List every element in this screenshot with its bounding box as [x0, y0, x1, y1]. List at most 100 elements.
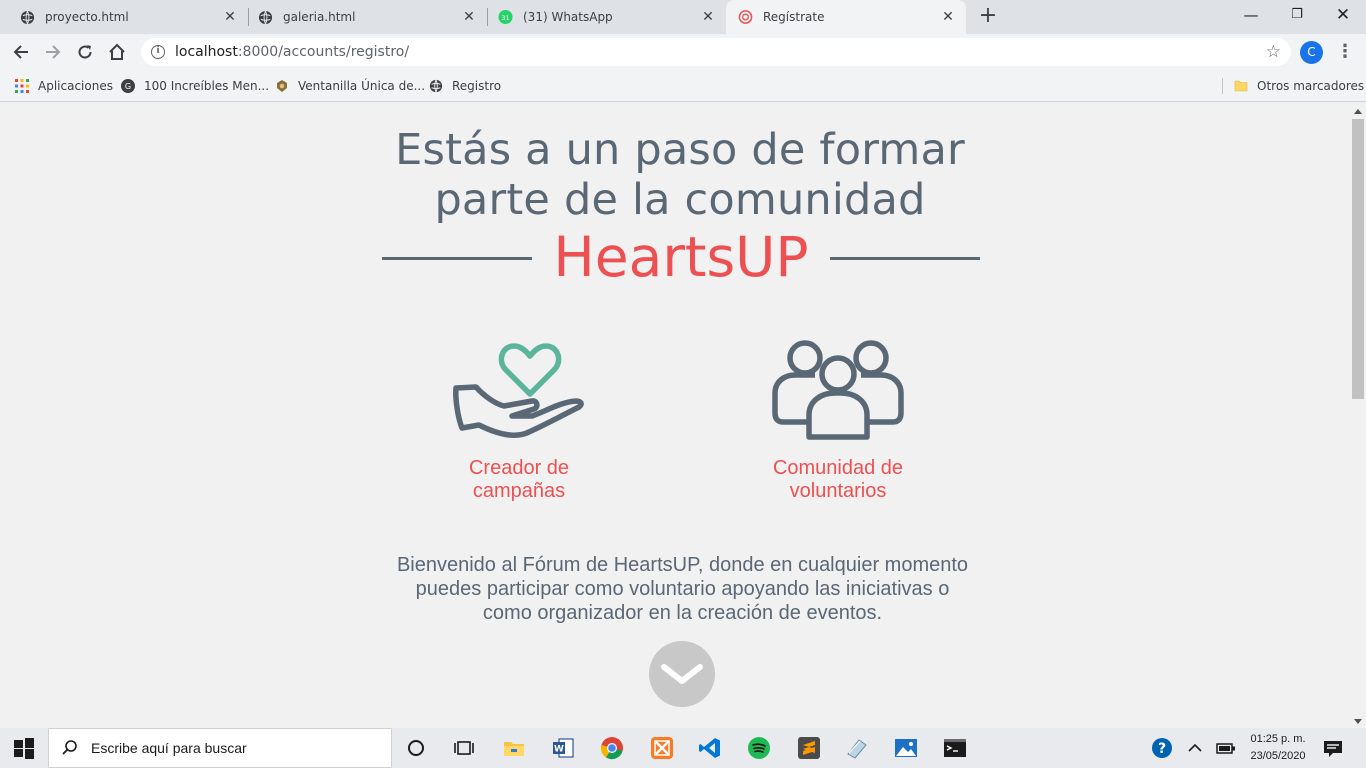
svg-text:31: 31	[501, 14, 509, 22]
tab-title: (31) WhatsApp	[523, 10, 613, 24]
word-icon[interactable]: W	[551, 736, 575, 760]
svg-text:?: ?	[1158, 741, 1166, 757]
scrollbar-thumb[interactable]	[1352, 119, 1364, 399]
scroll-down-arrow[interactable]	[1354, 719, 1362, 724]
brand-title: HeartsUP	[553, 225, 809, 289]
headline-line: Estás a un paso de formar	[395, 125, 965, 175]
card-label: Creador de campañas	[468, 457, 570, 502]
page-content: Estás a un paso de formar parte de la co…	[0, 103, 1350, 728]
tab-strip: proyecto.html ✕ galeria.html ✕ 31 (31) W…	[0, 0, 1366, 34]
terminal-icon[interactable]	[943, 736, 967, 760]
card-creador-campanas[interactable]: Creador de campañas	[409, 339, 629, 503]
headline-line: parte de la comunidad	[434, 175, 926, 225]
bookmarks-divider	[1222, 78, 1223, 94]
photos-icon[interactable]	[894, 736, 918, 760]
restore-button[interactable]: ❐	[1274, 0, 1320, 30]
brand-right-rule	[830, 257, 980, 260]
file-explorer-icon[interactable]	[502, 736, 526, 760]
tab-title: galeria.html	[283, 10, 356, 24]
welcome-text: Bienvenido al Fórum de HeartsUP, donde e…	[396, 554, 969, 624]
chrome-icon[interactable]	[600, 736, 624, 760]
xampp-icon[interactable]	[650, 736, 674, 760]
page-scrollbar[interactable]	[1350, 103, 1366, 728]
close-window-button[interactable]: ✕	[1320, 0, 1366, 30]
spotify-icon[interactable]	[747, 736, 771, 760]
address-bar[interactable]: i localhost:8000/accounts/registro/ ☆	[141, 38, 1291, 66]
sublime-text-icon[interactable]	[797, 736, 821, 760]
home-button[interactable]	[105, 40, 129, 64]
battery-icon[interactable]	[1214, 736, 1238, 760]
clock-time: 01:25 p. m.	[1250, 733, 1306, 745]
tab-close-icon[interactable]: ✕	[222, 9, 238, 25]
tab-title: proyecto.html	[45, 10, 129, 24]
cortana-icon[interactable]	[404, 736, 428, 760]
globe-icon	[258, 10, 273, 25]
bookmark-star-icon[interactable]: ☆	[1266, 42, 1281, 62]
brand-row: HeartsUP	[382, 227, 980, 287]
arrow-right-icon	[46, 45, 61, 59]
info-icon[interactable]: i	[151, 45, 165, 59]
tab-proyecto[interactable]: proyecto.html ✕	[0, 0, 248, 34]
chevron-down-icon	[661, 664, 703, 684]
whatsapp-icon: 31	[498, 9, 513, 25]
profile-avatar[interactable]: C	[1300, 41, 1323, 64]
bookmark-aplicaciones[interactable]: Aplicaciones	[15, 76, 113, 96]
browser-toolbar: i localhost:8000/accounts/registro/ ☆ C …	[0, 34, 1366, 70]
notes-app-icon[interactable]	[845, 736, 869, 760]
task-view-icon[interactable]	[452, 736, 476, 760]
reload-button[interactable]	[73, 40, 97, 64]
bookmark-otros-marcadores[interactable]: Otros marcadores	[1234, 76, 1364, 96]
scroll-up-arrow[interactable]	[1354, 109, 1362, 114]
minimize-button[interactable]: —	[1228, 0, 1274, 30]
tab-close-icon[interactable]: ✕	[461, 9, 477, 25]
tab-title: Regístrate	[763, 10, 825, 24]
card-comunidad-voluntarios[interactable]: Comunidad de voluntarios	[728, 339, 948, 503]
heartsup-favicon	[738, 10, 753, 25]
notifications-icon[interactable]	[1321, 736, 1345, 760]
brand-left-rule	[382, 257, 532, 260]
chevron-up-icon[interactable]	[1183, 736, 1207, 760]
taskbar-search[interactable]: Escribe aquí para buscar	[48, 728, 392, 768]
reload-icon	[78, 45, 92, 59]
url-text[interactable]: localhost:8000/accounts/registro/	[175, 44, 409, 60]
tab-close-icon[interactable]: ✕	[700, 9, 716, 25]
search-icon	[62, 740, 77, 755]
home-icon	[109, 43, 125, 60]
back-button[interactable]	[9, 40, 33, 64]
svg-text:W: W	[554, 745, 564, 755]
bookmarks-bar: Aplicaciones G 100 Increíbles Men... Ven…	[0, 70, 1366, 102]
tab-registrate[interactable]: Regístrate ✕	[726, 0, 966, 34]
apps-grid-icon	[15, 79, 29, 93]
heart-hand-icon	[453, 343, 584, 438]
new-tab-button[interactable]: +	[977, 5, 999, 28]
clock-date: 23/05/2020	[1250, 750, 1306, 762]
windows-start-button[interactable]	[13, 736, 37, 760]
site-icon: G	[121, 79, 135, 93]
bookmark-registro[interactable]: Registro	[429, 76, 501, 96]
search-placeholder: Escribe aquí para buscar	[91, 740, 247, 756]
bookmark-100-increibles[interactable]: G 100 Increíbles Men...	[121, 76, 269, 96]
tab-galeria[interactable]: galeria.html ✕	[238, 0, 487, 34]
tab-whatsapp[interactable]: 31 (31) WhatsApp ✕	[478, 0, 726, 34]
folder-icon	[1234, 79, 1248, 93]
windows-taskbar: Escribe aquí para buscar W ? 01:25 p. m.…	[0, 728, 1366, 768]
bookmark-label: Registro	[452, 79, 502, 93]
tab-close-icon[interactable]: ✕	[940, 9, 956, 25]
emblem-icon	[275, 79, 289, 93]
help-icon[interactable]: ?	[1150, 736, 1174, 760]
forward-button[interactable]	[41, 40, 65, 64]
svg-text:G: G	[125, 82, 131, 91]
page-headline: Estás a un paso de formar parte de la co…	[300, 125, 1060, 225]
vscode-icon[interactable]	[698, 736, 722, 760]
globe-icon	[20, 10, 35, 25]
bookmark-label: Aplicaciones	[38, 79, 113, 93]
browser-menu-button[interactable]: ⋮	[1336, 40, 1354, 64]
system-clock[interactable]: 01:25 p. m. 23/05/2020	[1240, 731, 1316, 765]
scroll-down-button[interactable]	[649, 641, 715, 707]
people-group-icon	[772, 340, 904, 440]
bookmark-label: 100 Increíbles Men...	[144, 79, 270, 93]
bookmark-label: Ventanilla Única de...	[298, 79, 426, 93]
arrow-left-icon	[13, 45, 28, 59]
card-label: Comunidad de voluntarios	[772, 457, 904, 502]
bookmark-ventanilla[interactable]: Ventanilla Única de...	[275, 76, 425, 96]
